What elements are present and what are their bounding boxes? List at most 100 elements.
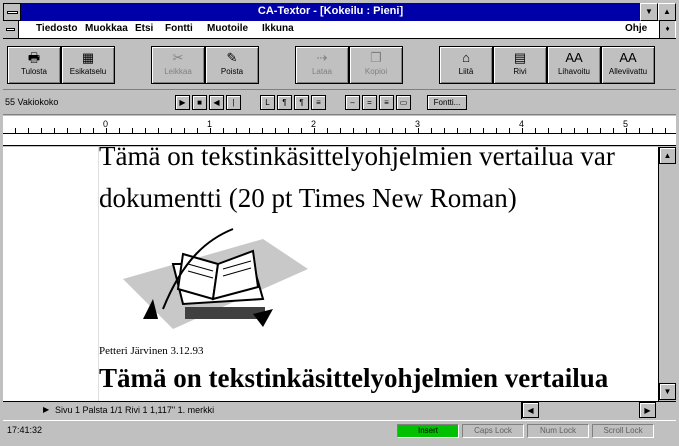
toolbar-button-lataa[interactable]: ⇢ Lataa [295,46,349,84]
ruler-tick [327,128,328,133]
ruler-number: 1 [207,119,213,129]
ruler-tick [535,128,536,133]
toolbar-button-label: Leikkaa [164,67,192,76]
ruler-tick [457,128,458,133]
document-area[interactable]: Tämä on tekstinkäsittelyohjelmien vertai… [3,147,658,401]
toolbar-button-alleviivattu[interactable]: AA Alleviivattu [601,46,655,84]
toolbar-button-poista[interactable]: ✎ Poista [205,46,259,84]
spacing-single-icon[interactable]: – [345,95,360,110]
tab-left-icon[interactable]: ◀ [209,95,224,110]
ruler-tick [41,128,42,133]
menu-muotoile[interactable]: Muotoile [207,23,248,34]
ruler-tick [119,128,120,133]
horizontal-scrollbar[interactable]: ◀ ▶ [521,402,676,419]
spacing-triple-icon[interactable]: ▭ [396,95,411,110]
books-clipart-icon [123,228,308,329]
menu-etsi[interactable]: Etsi [135,23,153,34]
justify-icon[interactable]: ≡ [311,95,326,110]
ruler-tick [54,128,55,133]
ruler-tick [262,128,263,133]
scroll-left-icon[interactable]: ◀ [522,402,539,418]
spacing-half-icon[interactable]: = [362,95,377,110]
ruler-tick [483,128,484,133]
ruler-tick [236,128,237,133]
vertical-scrollbar[interactable]: ▲ ▼ [658,147,676,401]
stop-icon[interactable]: ■ [192,95,207,110]
ruler-tick [561,128,562,133]
ruler-tick [132,128,133,133]
preview-icon: ▦ [81,50,95,65]
author-line: Petteri Järvinen 3.12.93 [99,345,204,357]
scroll-up-icon[interactable]: ▲ [659,147,676,164]
ruler-baseline [3,133,676,134]
ruler-number: 4 [519,119,525,129]
document-system-menu-button[interactable] [3,21,19,38]
ruler-tick [184,128,185,133]
document-line-1: Tämä on tekstinkäsittelyohjelmien vertai… [99,147,615,171]
ruler-tick [587,128,588,133]
toolbar-button-label: Alleviivattu [608,67,648,76]
page-status-line: ▶ Sivu 1 Palsta 1/1 Rivi 1 1,117" 1. mer… [3,401,676,419]
ruler-tick [158,128,159,133]
scroll-down-icon[interactable]: ▼ [659,383,676,400]
toolbar-button-rivi[interactable]: ▤ Rivi [493,46,547,84]
system-menu-icon [7,11,18,14]
toolbar-button-lihavoitu[interactable]: AA Lihavoitu [547,46,601,84]
zoom-level[interactable]: 55 Vakiokoko [5,97,58,107]
tab-center-icon[interactable]: | [226,95,241,110]
align-right-icon[interactable]: ¶ [294,95,309,110]
spacing-double-icon[interactable]: ≡ [379,95,394,110]
play-icon[interactable]: ▶ [175,95,190,110]
menu-ohje[interactable]: Ohje [625,23,647,34]
ruler-tick [405,128,406,133]
menu-bar: Tiedosto Muokkaa Etsi Fontti Muotoile Ik… [3,21,676,39]
indicator-caps-lock: Caps Lock [462,424,524,438]
system-menu-button[interactable] [3,3,21,21]
toolbar-button-liitä[interactable]: ⌂ Liitä [439,46,493,84]
ruler-tick [652,128,653,133]
title-bar[interactable]: CA-Textor - [Kokeilu : Pieni] ▼ ▲ [3,3,676,21]
underline-aa-icon: AA [619,50,637,65]
font-button[interactable]: Fontti... [427,95,467,110]
ruler[interactable]: 0 1 2 3 4 5 [3,116,676,146]
ruler-tick [548,128,549,133]
document-line-2: dokumentti (20 pt Times New Roman) [99,183,517,213]
window-title: CA-Textor - [Kokeilu : Pieni] [257,5,404,17]
toolbar-button-label: Kopioi [364,67,388,76]
ruler-tick [392,128,393,133]
menu-ikkuna[interactable]: Ikkuna [262,23,294,34]
ruler-tick [600,128,601,133]
menu-muokkaa[interactable]: Muokkaa [85,23,128,34]
align-left-icon[interactable]: L [260,95,275,110]
ruler-tick [496,128,497,133]
ruler-tick [15,128,16,133]
toolbar-button-kopioi[interactable]: ❐ Kopioi [349,46,403,84]
menu-tiedosto[interactable]: Tiedosto [36,23,77,34]
ruler-tick [171,128,172,133]
play-page-icon[interactable]: ▶ [43,405,49,414]
indicator-scroll-lock: Scroll Lock [592,424,654,438]
maximize-button[interactable]: ▲ [658,3,676,21]
ruler-tick [353,128,354,133]
ruler-tick [249,128,250,133]
minimize-button[interactable]: ▼ [640,3,658,21]
document-restore-button[interactable]: ♦ [659,21,675,38]
toolbar-button-leikkaa[interactable]: ✂ Leikkaa [151,46,205,84]
ruler-number: 0 [103,119,109,129]
toolbar-button-tulosta[interactable]: 🖶 Tulosta [7,46,61,84]
align-center-icon[interactable]: ¶ [277,95,292,110]
menu-fontti[interactable]: Fontti [165,23,193,34]
ruler-tick [340,128,341,133]
ruler-tick [197,128,198,133]
indicator-insert: Insert [397,424,459,438]
eraser-icon: ✎ [226,50,238,65]
scroll-right-icon[interactable]: ▶ [639,402,656,418]
ruler-tick [67,128,68,133]
ruler-tick [223,128,224,133]
printer-icon: 🖶 [27,50,41,65]
toolbar-button-label: Lataa [311,67,333,76]
toolbar-button-esikatselu[interactable]: ▦ Esikatselu [61,46,115,84]
document-bold-line: Tämä on tekstinkäsittelyohjelmien vertai… [99,363,609,393]
document-system-menu-icon [6,28,15,31]
ruler-tick [301,128,302,133]
